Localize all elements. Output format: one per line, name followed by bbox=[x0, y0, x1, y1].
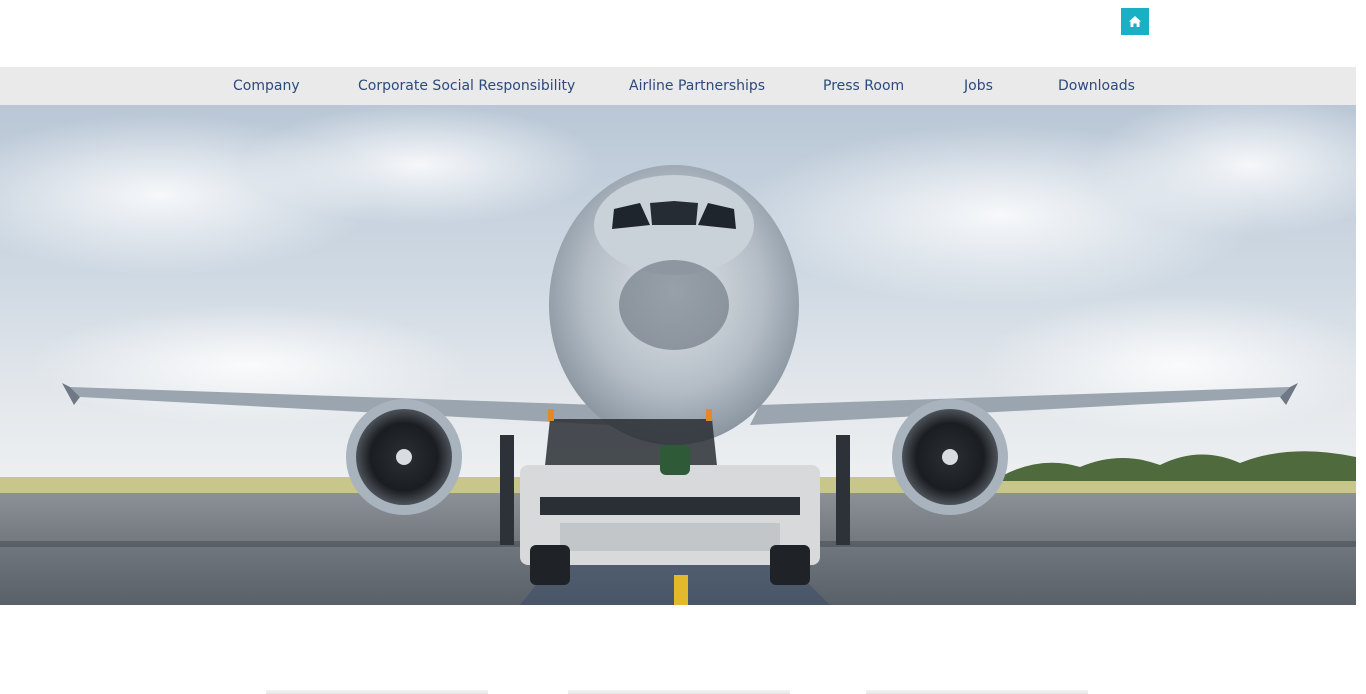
page: Company Corporate Social Responsibility … bbox=[0, 0, 1366, 694]
top-bar bbox=[0, 0, 1366, 67]
content-card bbox=[266, 690, 488, 694]
content-card bbox=[568, 690, 790, 694]
nav-item-press-room[interactable]: Press Room bbox=[823, 67, 904, 105]
nav-item-company[interactable]: Company bbox=[233, 67, 300, 105]
content-card bbox=[866, 690, 1088, 694]
nav-item-jobs[interactable]: Jobs bbox=[964, 67, 993, 105]
hero-airplane-image bbox=[0, 105, 1356, 605]
home-icon bbox=[1128, 15, 1142, 28]
home-button[interactable] bbox=[1121, 8, 1149, 35]
nav-item-airline-partnerships[interactable]: Airline Partnerships bbox=[629, 67, 765, 105]
hero-banner bbox=[0, 105, 1356, 605]
main-nav: Company Corporate Social Responsibility … bbox=[0, 67, 1356, 105]
nav-item-corporate-social-responsibility[interactable]: Corporate Social Responsibility bbox=[358, 67, 575, 105]
nav-item-downloads[interactable]: Downloads bbox=[1058, 67, 1135, 105]
scrollbar-track bbox=[1356, 0, 1366, 694]
